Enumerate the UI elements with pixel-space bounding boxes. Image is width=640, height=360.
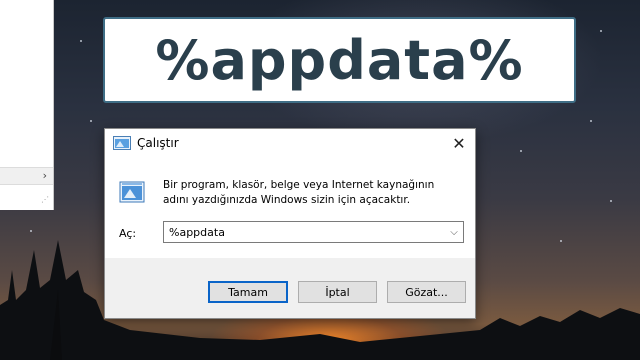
star: [520, 150, 522, 152]
star: [610, 200, 612, 202]
dialog-title: Çalıştır: [137, 136, 179, 150]
dialog-description: Bir program, klasör, belge veya Internet…: [163, 179, 435, 206]
close-button[interactable]: ✕: [443, 129, 475, 157]
banner-text: %appdata%: [155, 28, 524, 92]
run-icon: [119, 181, 145, 203]
title-banner: %appdata%: [103, 17, 576, 103]
run-app-icon: [113, 136, 131, 150]
star: [90, 120, 92, 122]
file-explorer-window: › ⋰: [0, 0, 54, 210]
chevron-right-icon[interactable]: ›: [43, 169, 47, 182]
star: [80, 40, 82, 42]
close-icon: ✕: [452, 133, 466, 153]
resize-grip-icon[interactable]: ⋰: [41, 195, 49, 204]
title-bar[interactable]: Çalıştır ✕: [105, 129, 475, 157]
tree-silhouette: [0, 240, 640, 360]
star: [600, 30, 602, 32]
star: [590, 120, 592, 122]
horizontal-scrollbar[interactable]: ›: [0, 167, 53, 185]
